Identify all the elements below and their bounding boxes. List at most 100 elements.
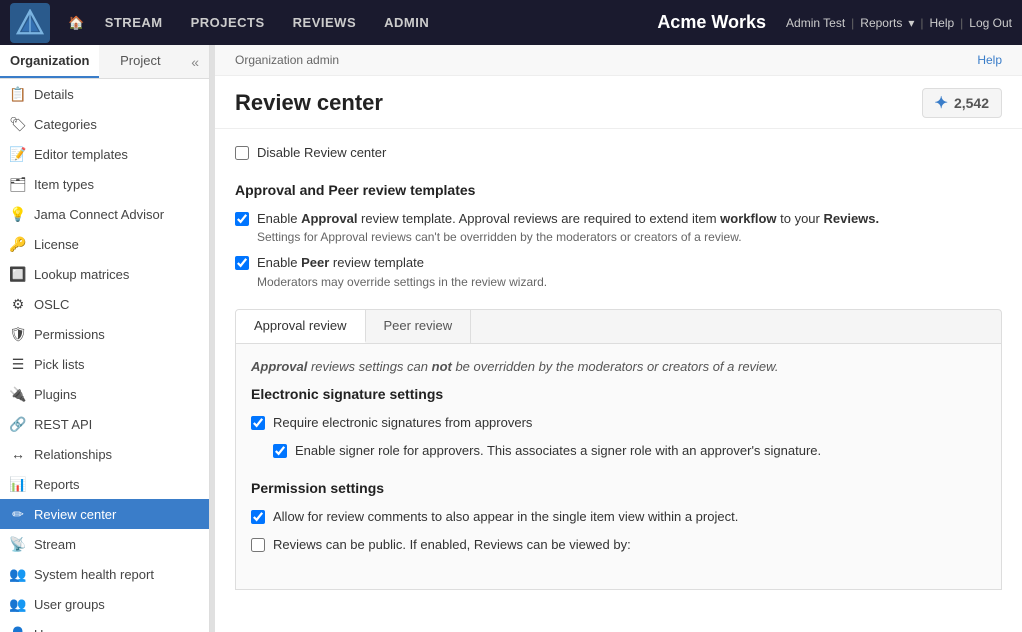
score-badge: ✦ 2,542 xyxy=(922,88,1002,118)
breadcrumb: Organization admin xyxy=(235,53,339,67)
sidebar-item-users[interactable]: 👤 Users xyxy=(0,619,209,632)
help-link-top[interactable]: Help xyxy=(929,16,954,30)
sidebar-item-relationships[interactable]: ↔ Relationships xyxy=(0,439,209,469)
sidebar-item-pick-lists[interactable]: ☰ Pick lists xyxy=(0,349,209,379)
oslc-icon: ⚙ xyxy=(10,296,26,312)
home-link[interactable]: 🏠 xyxy=(60,11,93,35)
sidebar-item-license[interactable]: 🔑 License xyxy=(0,229,209,259)
nav-stream[interactable]: STREAM xyxy=(93,11,175,34)
approval-bold: Approval xyxy=(301,211,357,226)
review-center-icon: ✏ xyxy=(10,506,26,522)
sidebar-collapse-button[interactable]: « xyxy=(181,45,209,78)
sep1: | xyxy=(851,16,854,30)
relationships-icon: ↔ xyxy=(10,446,26,462)
sidebar-item-label: Editor templates xyxy=(34,147,128,162)
permissions-icon: 🛡 xyxy=(10,326,26,342)
approval-sub: Settings for Approval reviews can't be o… xyxy=(257,230,879,244)
nav-reviews[interactable]: REVIEWS xyxy=(281,11,368,34)
reviews-public-row: Reviews can be public. If enabled, Revie… xyxy=(251,536,986,554)
sidebar-item-label: Jama Connect Advisor xyxy=(34,207,164,222)
sidebar-item-label: Permissions xyxy=(34,327,105,342)
sidebar-item-editor-templates[interactable]: 📝 Editor templates xyxy=(0,139,209,169)
user-groups-icon: 👥 xyxy=(10,596,26,612)
sidebar-item-details[interactable]: 📋 Details xyxy=(0,79,209,109)
reviews-public-checkbox[interactable] xyxy=(251,538,265,552)
sidebar-item-reports[interactable]: 📊 Reports xyxy=(0,469,209,499)
system-health-icon: 👥 xyxy=(10,566,26,582)
sidebar-item-rest-api[interactable]: 🔗 REST API xyxy=(0,409,209,439)
rest-api-icon: 🔗 xyxy=(10,416,26,432)
app-logo[interactable] xyxy=(10,3,50,43)
sidebar-item-review-center[interactable]: ✏ Review center xyxy=(0,499,209,529)
approval-italic-bold: Approval xyxy=(251,359,307,374)
sidebar-item-label: Stream xyxy=(34,537,76,552)
top-navigation: 🏠 STREAM PROJECTS REVIEWS ADMIN Acme Wor… xyxy=(0,0,1022,45)
allow-comments-checkbox[interactable] xyxy=(251,510,265,524)
signer-role-indent: Enable signer role for approvers. This a… xyxy=(273,442,986,460)
sidebar-item-permissions[interactable]: 🛡 Permissions xyxy=(0,319,209,349)
sidebar-item-label: Lookup matrices xyxy=(34,267,129,282)
lookup-matrices-icon: 🔲 xyxy=(10,266,26,282)
sidebar-item-label: Plugins xyxy=(34,387,77,402)
plugins-icon: 🔌 xyxy=(10,386,26,402)
star-icon: ✦ xyxy=(935,93,948,113)
admin-test-link[interactable]: Admin Test xyxy=(786,16,845,30)
disable-review-checkbox[interactable] xyxy=(235,146,249,160)
tab-peer-review[interactable]: Peer review xyxy=(366,310,472,343)
sidebar-item-plugins[interactable]: 🔌 Plugins xyxy=(0,379,209,409)
sidebar-item-label: System health report xyxy=(34,567,154,582)
sidebar-item-categories[interactable]: 🏷 Categories xyxy=(0,109,209,139)
approval-section: Approval and Peer review templates Enabl… xyxy=(235,182,1002,288)
license-icon: 🔑 xyxy=(10,236,26,252)
enable-approval-label: Enable Approval review template. Approva… xyxy=(257,210,879,228)
sidebar-item-system-health[interactable]: 👥 System health report xyxy=(0,559,209,589)
details-icon: 📋 xyxy=(10,86,26,102)
logout-link[interactable]: Log Out xyxy=(969,16,1012,30)
require-signatures-row: Require electronic signatures from appro… xyxy=(251,414,986,432)
sidebar-item-label: User groups xyxy=(34,597,105,612)
pick-lists-icon: ☰ xyxy=(10,356,26,372)
signer-role-checkbox[interactable] xyxy=(273,444,287,458)
nav-links: STREAM PROJECTS REVIEWS ADMIN xyxy=(93,11,658,34)
sidebar-item-item-types[interactable]: 🗂 Item types xyxy=(0,169,209,199)
tab-organization[interactable]: Organization xyxy=(0,45,99,78)
sidebar-item-stream[interactable]: 📡 Stream xyxy=(0,529,209,559)
peer-bold: Peer xyxy=(301,255,329,270)
disable-review-label[interactable]: Disable Review center xyxy=(257,144,386,162)
sidebar-item-label: Relationships xyxy=(34,447,112,462)
peer-sub: Moderators may override settings in the … xyxy=(257,275,547,289)
allow-comments-label[interactable]: Allow for review comments to also appear… xyxy=(273,508,738,526)
sep3: | xyxy=(960,16,963,30)
enable-peer-text: Enable Peer review template Moderators m… xyxy=(257,254,547,288)
tab-approval-review[interactable]: Approval review xyxy=(236,310,366,343)
disable-section: Disable Review center xyxy=(235,144,1002,162)
sidebar-item-lookup-matrices[interactable]: 🔲 Lookup matrices xyxy=(0,259,209,289)
approval-section-title: Approval and Peer review templates xyxy=(235,182,1002,198)
sidebar-item-oslc[interactable]: ⚙ OSLC xyxy=(0,289,209,319)
electronic-section: Electronic signature settings Require el… xyxy=(251,386,986,460)
enable-peer-checkbox[interactable] xyxy=(235,256,249,270)
sidebar: Organization Project « 📋 Details 🏷 Categ… xyxy=(0,45,210,632)
signer-role-label[interactable]: Enable signer role for approvers. This a… xyxy=(295,442,821,460)
sep2: | xyxy=(920,16,923,30)
enable-approval-checkbox[interactable] xyxy=(235,212,249,226)
help-link[interactable]: Help xyxy=(977,53,1002,67)
nav-projects[interactable]: PROJECTS xyxy=(179,11,277,34)
workflow-bold: workflow xyxy=(720,211,776,226)
review-tab-bar: Approval review Peer review xyxy=(235,309,1002,344)
require-signatures-label[interactable]: Require electronic signatures from appro… xyxy=(273,414,532,432)
sidebar-item-label: OSLC xyxy=(34,297,69,312)
tab-note: Approval reviews settings can not be ove… xyxy=(251,359,986,374)
reviews-public-label[interactable]: Reviews can be public. If enabled, Revie… xyxy=(273,536,631,554)
nav-admin[interactable]: ADMIN xyxy=(372,11,441,34)
not-bold: not xyxy=(432,359,452,374)
disable-checkbox-row: Disable Review center xyxy=(235,144,1002,162)
reports-link[interactable]: Reports xyxy=(860,16,902,30)
tab-project[interactable]: Project xyxy=(99,45,181,78)
require-signatures-checkbox[interactable] xyxy=(251,416,265,430)
reports-dropdown-icon[interactable]: ▾ xyxy=(908,16,914,30)
sidebar-item-user-groups[interactable]: 👥 User groups xyxy=(0,589,209,619)
page-title: Review center xyxy=(235,90,383,116)
enable-approval-row: Enable Approval review template. Approva… xyxy=(235,210,1002,244)
sidebar-item-jama-advisor[interactable]: 💡 Jama Connect Advisor xyxy=(0,199,209,229)
